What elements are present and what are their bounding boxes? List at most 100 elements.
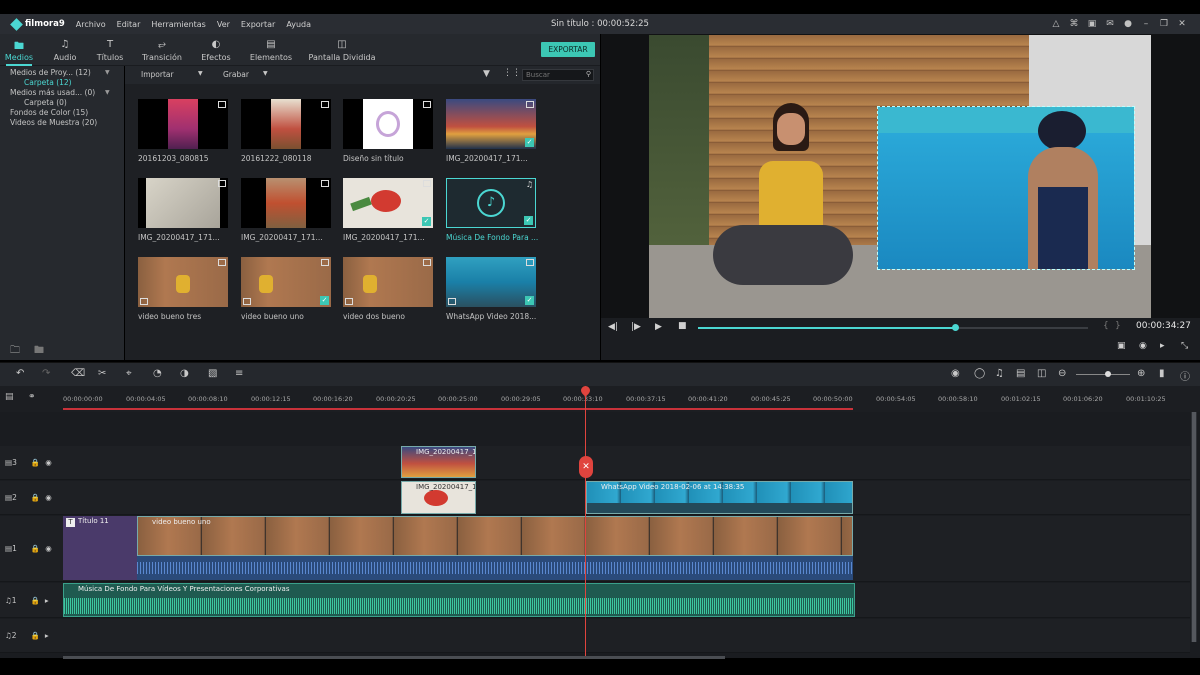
delete-icon[interactable]: ⌫ [71, 368, 85, 379]
media-thumb[interactable]: ✓ [446, 257, 536, 307]
menu-ver[interactable]: Ver [217, 20, 230, 29]
minimize-icon[interactable]: – [1138, 19, 1154, 29]
sidebar-item-folder[interactable]: Carpeta (12) [24, 78, 72, 87]
help-icon[interactable]: ⓘ [1180, 368, 1190, 383]
media-thumb[interactable] [241, 178, 331, 228]
crop-icon[interactable]: ⌖ [126, 368, 132, 379]
chevron-down-icon[interactable]: ▼ [105, 69, 110, 76]
stop-icon[interactable]: ■ [678, 321, 687, 331]
eye-icon[interactable]: ◉ [45, 544, 52, 553]
menu-editar[interactable]: Editar [117, 20, 141, 29]
step-back-icon[interactable]: |▶ [631, 322, 641, 332]
tab-medios[interactable]: 🖿 Medios [2, 34, 36, 66]
media-thumb[interactable] [343, 257, 433, 307]
lock-icon[interactable]: 🔒 [31, 544, 40, 553]
save-icon[interactable]: ▣ [1084, 19, 1100, 29]
restore-icon[interactable]: ❐ [1156, 19, 1172, 29]
playhead[interactable] [585, 386, 586, 658]
close-icon[interactable]: ✕ [1174, 19, 1190, 29]
search-input[interactable] [526, 70, 582, 80]
menu-ayuda[interactable]: Ayuda [286, 20, 311, 29]
clip-video[interactable]: WhatsApp Video 2018-02-06 at 14:38:35 [586, 481, 853, 514]
mark-in-icon[interactable]: { [1103, 321, 1109, 331]
sidebar-item-folder-2[interactable]: Carpeta (0) [24, 98, 67, 107]
account-icon[interactable]: △ [1048, 19, 1064, 29]
picture-in-picture-clip[interactable] [877, 106, 1135, 270]
tab-elementos[interactable]: ▤ Elementos [248, 34, 294, 66]
menu-herramientas[interactable]: Herramientas [151, 20, 206, 29]
tab-transicion[interactable]: ⥂ Transición [140, 34, 184, 66]
chevron-down-icon[interactable]: ▼ [263, 70, 268, 77]
voiceover-icon[interactable]: ▤ [1016, 368, 1025, 379]
media-thumb[interactable] [241, 99, 331, 149]
new-folder-icon[interactable]: 🗀 [10, 343, 20, 360]
media-thumb[interactable] [138, 178, 228, 228]
media-thumb[interactable] [343, 99, 433, 149]
speaker-icon[interactable]: ▸ [45, 596, 49, 605]
split-icon[interactable]: ◫ [1037, 368, 1046, 379]
play-icon[interactable]: ▶ [655, 322, 662, 332]
eye-icon[interactable]: ◉ [45, 458, 52, 467]
media-thumb[interactable] [138, 257, 228, 307]
sidebar-item-project-media[interactable]: Medios de Proy... (12) [10, 68, 91, 77]
speaker-icon[interactable]: ▸ [45, 631, 49, 640]
eye-icon[interactable]: ◉ [45, 493, 52, 502]
volume-icon[interactable]: ▸ [1160, 341, 1165, 351]
media-thumb[interactable]: ✓ [343, 178, 433, 228]
clip-title[interactable]: T Título 11 [63, 516, 137, 580]
sidebar-item-sample-videos[interactable]: Videos de Muestra (20) [10, 118, 97, 127]
link-icon[interactable]: ⚭ [28, 392, 36, 402]
zoom-in-icon[interactable]: ⊕ [1137, 368, 1145, 379]
zoom-slider-knob[interactable] [1105, 371, 1111, 377]
add-track-icon[interactable]: ▤ [5, 392, 14, 402]
zoom-slider[interactable] [1076, 374, 1130, 375]
color-icon[interactable]: ◑ [180, 368, 189, 379]
speed-icon[interactable]: ◔ [153, 368, 162, 379]
display-settings-icon[interactable]: ▣ [1117, 341, 1126, 351]
import-dropdown[interactable]: Importar [141, 70, 174, 79]
lock-icon[interactable]: 🔒 [31, 493, 40, 502]
redo-icon[interactable]: ↷ [42, 368, 50, 379]
cut-icon[interactable]: ✂ [98, 368, 106, 379]
split-marker-icon[interactable]: ✕ [579, 456, 593, 478]
media-thumb[interactable] [138, 99, 228, 149]
lock-icon[interactable]: 🔒 [31, 596, 40, 605]
clip-video[interactable]: video bueno uno [137, 516, 853, 556]
tab-audio[interactable]: ♫ Audio [48, 34, 82, 66]
previous-frame-icon[interactable]: ◀| [608, 322, 618, 332]
lock-icon[interactable]: 🔒 [31, 631, 40, 640]
mail-icon[interactable]: ✉ [1102, 19, 1118, 29]
menu-archivo[interactable]: Archivo [76, 20, 106, 29]
horizontal-scrollbar[interactable] [63, 656, 725, 659]
lock-icon[interactable]: 🔒 [31, 458, 40, 467]
microphone-icon[interactable]: ♫ [995, 368, 1004, 379]
grid-view-icon[interactable]: ⋮⋮ [503, 68, 521, 78]
green-screen-icon[interactable]: ▧ [208, 368, 217, 379]
playback-knob[interactable] [952, 324, 959, 331]
export-button[interactable]: EXPORTAR [541, 42, 595, 57]
folder-remove-icon[interactable]: 🖿 [34, 343, 44, 360]
search-field[interactable]: ⚲ [522, 69, 594, 81]
media-thumb[interactable]: ✓ [241, 257, 331, 307]
render-icon[interactable]: ◉ [951, 368, 960, 379]
marker-icon[interactable]: ◯ [974, 368, 985, 379]
clip-image[interactable]: IMG_20200417_17... [401, 481, 476, 514]
clip-audio[interactable]: Música De Fondo Para Vídeos Y Presentaci… [63, 583, 855, 617]
tab-pantalla-dividida[interactable]: ◫ Pantalla Dividida [308, 34, 376, 66]
menu-exportar[interactable]: Exportar [241, 20, 275, 29]
vertical-scrollbar-thumb[interactable] [1192, 412, 1196, 642]
zoom-out-icon[interactable]: ⊖ [1058, 368, 1066, 379]
tab-efectos[interactable]: ◐ Efectos [198, 34, 234, 66]
layout-icon[interactable]: ▮ [1159, 368, 1165, 379]
search-icon[interactable]: ⚲ [586, 70, 591, 78]
media-thumb[interactable]: ✓ [446, 99, 536, 149]
record-dropdown[interactable]: Grabar [223, 70, 249, 79]
chevron-down-icon[interactable]: ▼ [198, 70, 203, 77]
fullscreen-icon[interactable]: ⤡ [1181, 341, 1188, 351]
tab-titulos[interactable]: T Títulos [92, 34, 128, 66]
filter-icon[interactable]: ▼ [483, 69, 490, 79]
lightbulb-icon[interactable]: ● [1120, 19, 1136, 29]
snapshot-icon[interactable]: ◉ [1139, 341, 1147, 351]
sidebar-item-color-backgrounds[interactable]: Fondos de Color (15) [10, 108, 88, 117]
sidebar-item-most-used[interactable]: Medios más usad... (0) [10, 88, 95, 97]
